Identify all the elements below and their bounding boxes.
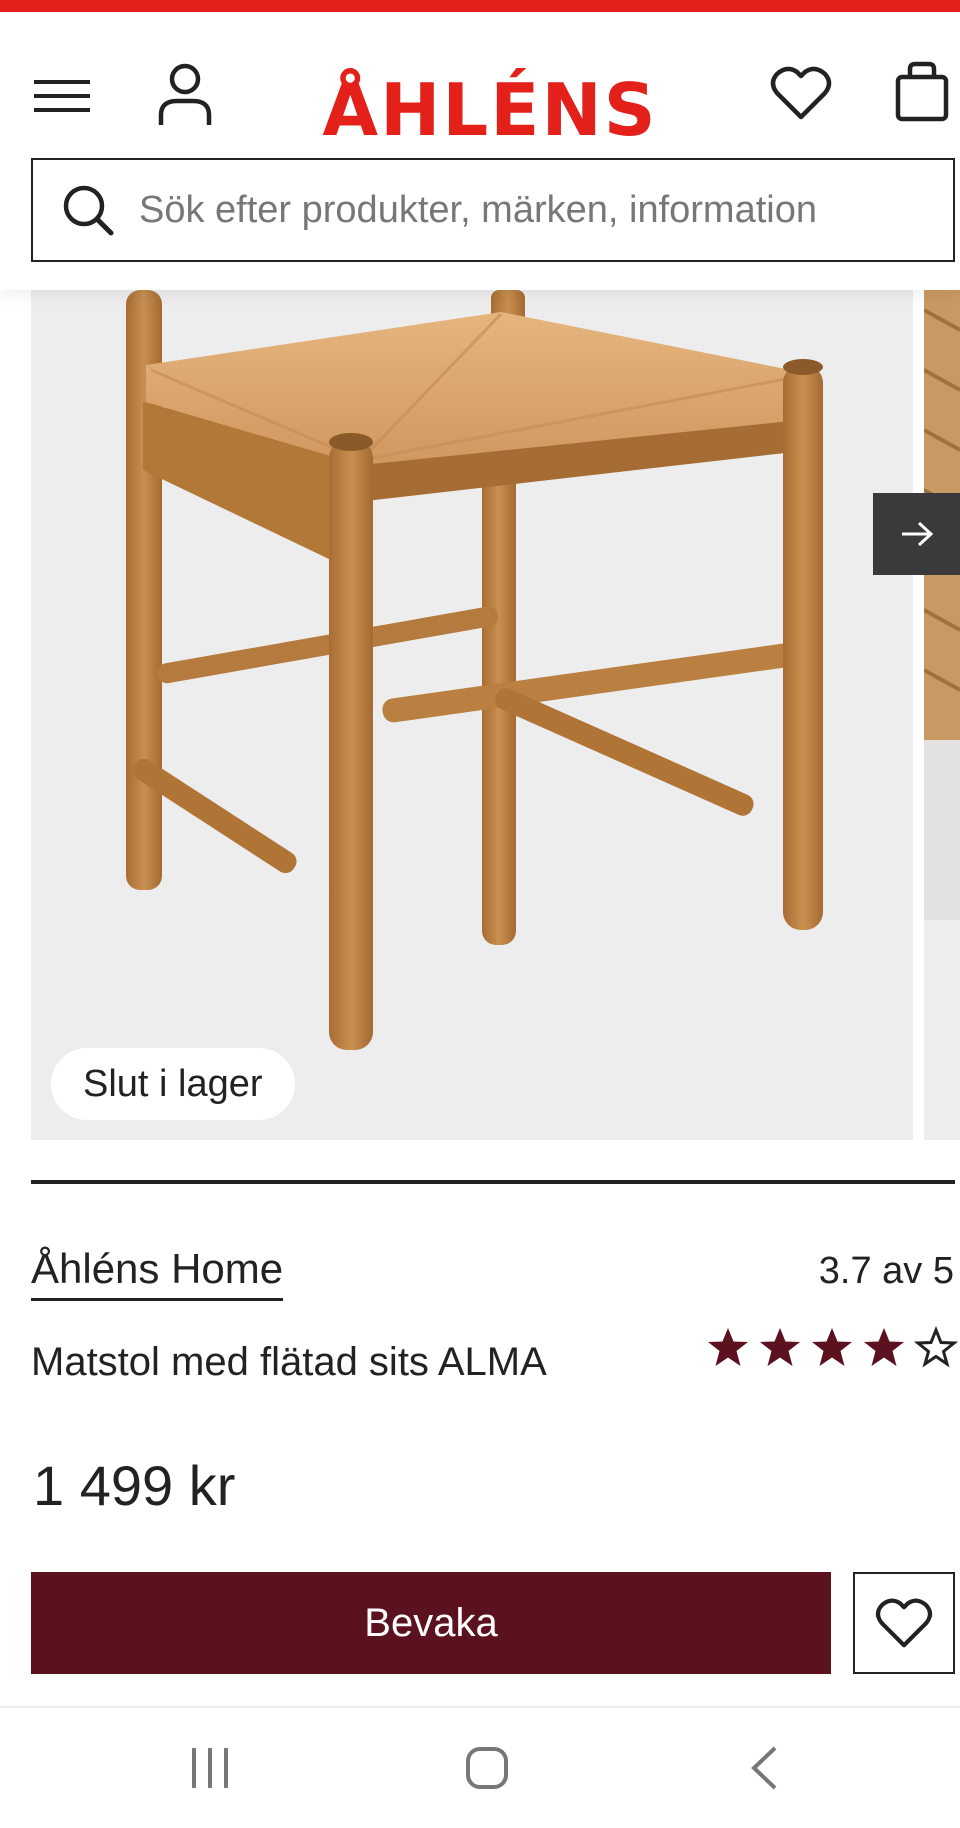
- back-button[interactable]: [724, 1738, 804, 1798]
- recent-apps-button[interactable]: [170, 1738, 250, 1798]
- menu-icon: [34, 80, 90, 112]
- star-filled-icon: [864, 1328, 904, 1366]
- site-header: ÅHLÉNS: [0, 12, 960, 290]
- arrow-right-icon: [901, 521, 933, 547]
- account-icon: [158, 63, 212, 125]
- system-navigation-bar: [0, 1706, 960, 1828]
- account-button[interactable]: [150, 54, 220, 134]
- product-price: 1 499 kr: [33, 1454, 236, 1517]
- out-of-stock-badge: Slut i lager: [51, 1048, 295, 1120]
- ahlens-logo[interactable]: ÅHLÉNS: [310, 50, 670, 146]
- gallery-next-button[interactable]: [873, 493, 960, 575]
- star-filled-icon: [812, 1328, 852, 1366]
- cart-button[interactable]: [890, 54, 954, 130]
- logo-text: ÅHLÉNS: [322, 68, 658, 152]
- heart-icon: [875, 1598, 933, 1648]
- rating-stars[interactable]: [706, 1326, 958, 1368]
- next-image-thumbnail: [924, 290, 960, 920]
- shopping-bag-icon: [895, 61, 949, 122]
- recent-apps-icon: [192, 1748, 228, 1788]
- star-filled-icon: [760, 1328, 800, 1366]
- chair-image: [126, 290, 823, 1050]
- product-title: Matstol med flätad sits ALMA: [31, 1340, 547, 1384]
- menu-button[interactable]: [30, 64, 94, 128]
- brand-link[interactable]: Åhléns Home: [31, 1248, 284, 1301]
- top-accent-strip: [0, 0, 960, 12]
- next-image-preview[interactable]: [924, 290, 960, 1140]
- rating-text: 3.7 av 5: [818, 1250, 954, 1292]
- search-icon: [63, 185, 114, 236]
- star-filled-icon: [708, 1328, 748, 1366]
- product-image[interactable]: [31, 290, 913, 1140]
- product-image-gallery[interactable]: Slut i lager: [0, 290, 960, 1140]
- back-icon: [751, 1746, 777, 1790]
- heart-icon: [770, 66, 832, 120]
- home-icon: [466, 1747, 508, 1789]
- section-divider: [31, 1180, 955, 1184]
- add-to-wishlist-button[interactable]: [853, 1572, 955, 1674]
- watch-button[interactable]: Bevaka: [31, 1572, 831, 1674]
- wishlist-button[interactable]: [766, 58, 836, 128]
- home-button[interactable]: [447, 1738, 527, 1798]
- star-empty-icon: [914, 1326, 958, 1368]
- search-input[interactable]: [139, 175, 953, 245]
- search-bar[interactable]: [31, 158, 955, 262]
